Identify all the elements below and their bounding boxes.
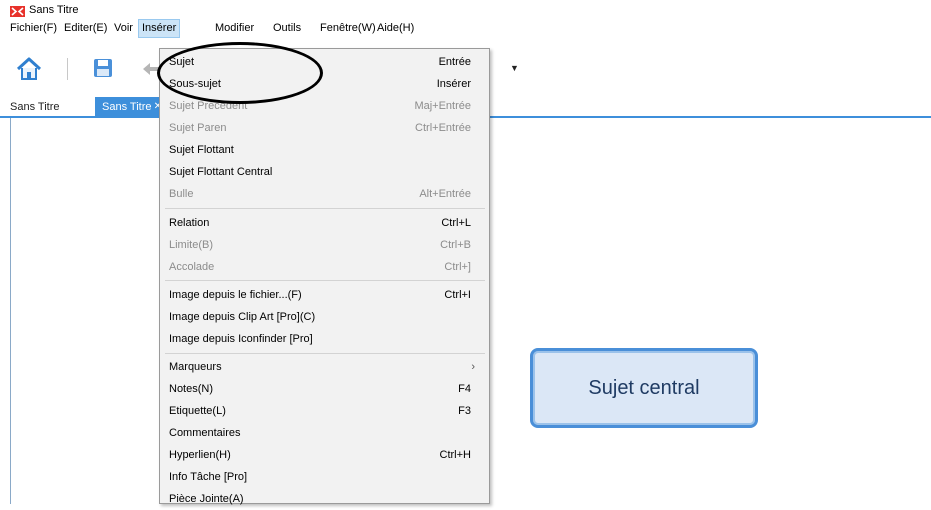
menu-item-shortcut: Alt+Entrée	[419, 188, 471, 200]
menu-item-sujet-flottant-central[interactable]: Sujet Flottant Central	[160, 161, 489, 183]
menu-separator	[165, 280, 485, 281]
menu-fichier[interactable]: Fichier(F)	[7, 19, 60, 38]
menu-fenetre[interactable]: Fenêtre(W)	[317, 19, 379, 38]
tab-sans-titre-1[interactable]: Sans Titre	[10, 97, 60, 117]
central-topic-label: Sujet central	[588, 376, 700, 399]
menu-item-label: Sujet	[169, 56, 195, 68]
menu-editer[interactable]: Editer(E)	[61, 19, 110, 38]
toolbar-separator	[67, 58, 68, 80]
central-topic-node[interactable]: Sujet central	[530, 348, 758, 428]
menu-item-image-iconfinder[interactable]: Image depuis Iconfinder [Pro]	[160, 328, 489, 350]
menu-modifier[interactable]: Modifier	[212, 19, 257, 38]
menu-item-shortcut: F3	[458, 405, 471, 417]
menu-item-label: Sujet Flottant	[169, 144, 234, 156]
menu-item-label: Etiquette(L)	[169, 405, 226, 417]
menu-item-commentaires[interactable]: Commentaires	[160, 422, 489, 444]
menu-item-limite[interactable]: Limite(B) Ctrl+B	[160, 234, 489, 256]
tab-sans-titre-2[interactable]: Sans Titre ✕	[95, 97, 165, 117]
menu-voir[interactable]: Voir	[111, 19, 136, 38]
menu-item-label: Notes(N)	[169, 383, 214, 395]
menu-separator	[165, 353, 485, 354]
menu-item-label: Marqueurs	[169, 361, 222, 373]
menu-outils[interactable]: Outils	[270, 19, 304, 38]
menu-item-accolade[interactable]: Accolade Ctrl+]	[160, 256, 489, 278]
menu-item-notes[interactable]: Notes(N) F4	[160, 378, 489, 400]
menu-bar: Fichier(F) Editer(E) Voir Insérer Modifi…	[0, 19, 931, 38]
menu-item-label: Image depuis Clip Art [Pro](C)	[169, 311, 316, 323]
menu-item-label: Bulle	[169, 188, 194, 200]
menu-item-sujet[interactable]: Sujet Entrée	[160, 51, 489, 73]
menu-separator	[165, 208, 485, 209]
chevron-right-icon: ›	[471, 361, 475, 373]
menu-item-label: Info Tâche [Pro]	[169, 471, 248, 483]
menu-item-shortcut: Ctrl+I	[444, 289, 471, 301]
menu-item-label: Image depuis le fichier...(F)	[169, 289, 302, 301]
tab-label: Sans Titre	[102, 101, 152, 113]
menu-aide[interactable]: Aide(H)	[374, 19, 417, 38]
undo-icon[interactable]	[141, 60, 161, 78]
menu-item-piece-jointe[interactable]: Pièce Jointe(A)	[160, 488, 489, 510]
menu-item-label: Relation	[169, 217, 210, 229]
dropdown-arrow-icon[interactable]: ▼	[510, 63, 519, 73]
menu-item-marqueurs[interactable]: Marqueurs ›	[160, 356, 489, 378]
menu-item-label: Limite(B)	[169, 239, 214, 251]
save-icon[interactable]	[92, 57, 114, 79]
menu-item-shortcut: Maj+Entrée	[414, 100, 471, 112]
menu-item-label: Sujet Flottant Central	[169, 166, 273, 178]
menu-item-image-fichier[interactable]: Image depuis le fichier...(F) Ctrl+I	[160, 284, 489, 306]
menu-item-sous-sujet[interactable]: Sous-sujet Insérer	[160, 73, 489, 95]
menu-item-label: Sous-sujet	[169, 78, 221, 90]
menu-item-sujet-parent[interactable]: Sujet Paren Ctrl+Entrée	[160, 117, 489, 139]
menu-item-shortcut: Entrée	[438, 56, 471, 68]
menu-item-hyperlien[interactable]: Hyperlien(H) Ctrl+H	[160, 444, 489, 466]
menu-item-label: Hyperlien(H)	[169, 449, 231, 461]
menu-item-label: Pièce Jointe(A)	[169, 493, 244, 505]
menu-item-relation[interactable]: Relation Ctrl+L	[160, 212, 489, 234]
inserer-dropdown-menu: Sujet Entrée Sous-sujet Insérer Sujet Pr…	[159, 48, 490, 505]
menu-item-shortcut: Ctrl+]	[444, 261, 471, 273]
menu-item-etiquette[interactable]: Etiquette(L) F3	[160, 400, 489, 422]
menu-item-shortcut: Ctrl+B	[440, 239, 471, 251]
menu-item-label: Sujet Paren	[169, 122, 227, 134]
menu-item-sujet-flottant[interactable]: Sujet Flottant	[160, 139, 489, 161]
menu-item-label: Accolade	[169, 261, 215, 273]
title-bar: Sans Titre	[0, 0, 931, 19]
menu-item-image-clipart[interactable]: Image depuis Clip Art [Pro](C)	[160, 306, 489, 328]
menu-item-label: Sujet Précédent	[169, 100, 248, 112]
menu-item-info-tache[interactable]: Info Tâche [Pro]	[160, 466, 489, 488]
menu-item-shortcut: Ctrl+H	[439, 449, 471, 461]
menu-item-shortcut: Ctrl+Entrée	[415, 122, 471, 134]
menu-item-label: Commentaires	[169, 427, 241, 439]
menu-item-label: Image depuis Iconfinder [Pro]	[169, 333, 313, 345]
window-title: Sans Titre	[29, 4, 79, 16]
menu-item-bulle[interactable]: Bulle Alt+Entrée	[160, 183, 489, 205]
menu-item-shortcut: Insérer	[436, 78, 471, 90]
menu-inserer[interactable]: Insérer	[138, 19, 181, 38]
menu-item-sujet-precedent[interactable]: Sujet Précédent Maj+Entrée	[160, 95, 489, 117]
app-logo-icon	[10, 6, 25, 17]
menu-item-shortcut: F4	[458, 383, 471, 395]
home-icon[interactable]	[16, 56, 42, 82]
menu-item-shortcut: Ctrl+L	[441, 217, 471, 229]
